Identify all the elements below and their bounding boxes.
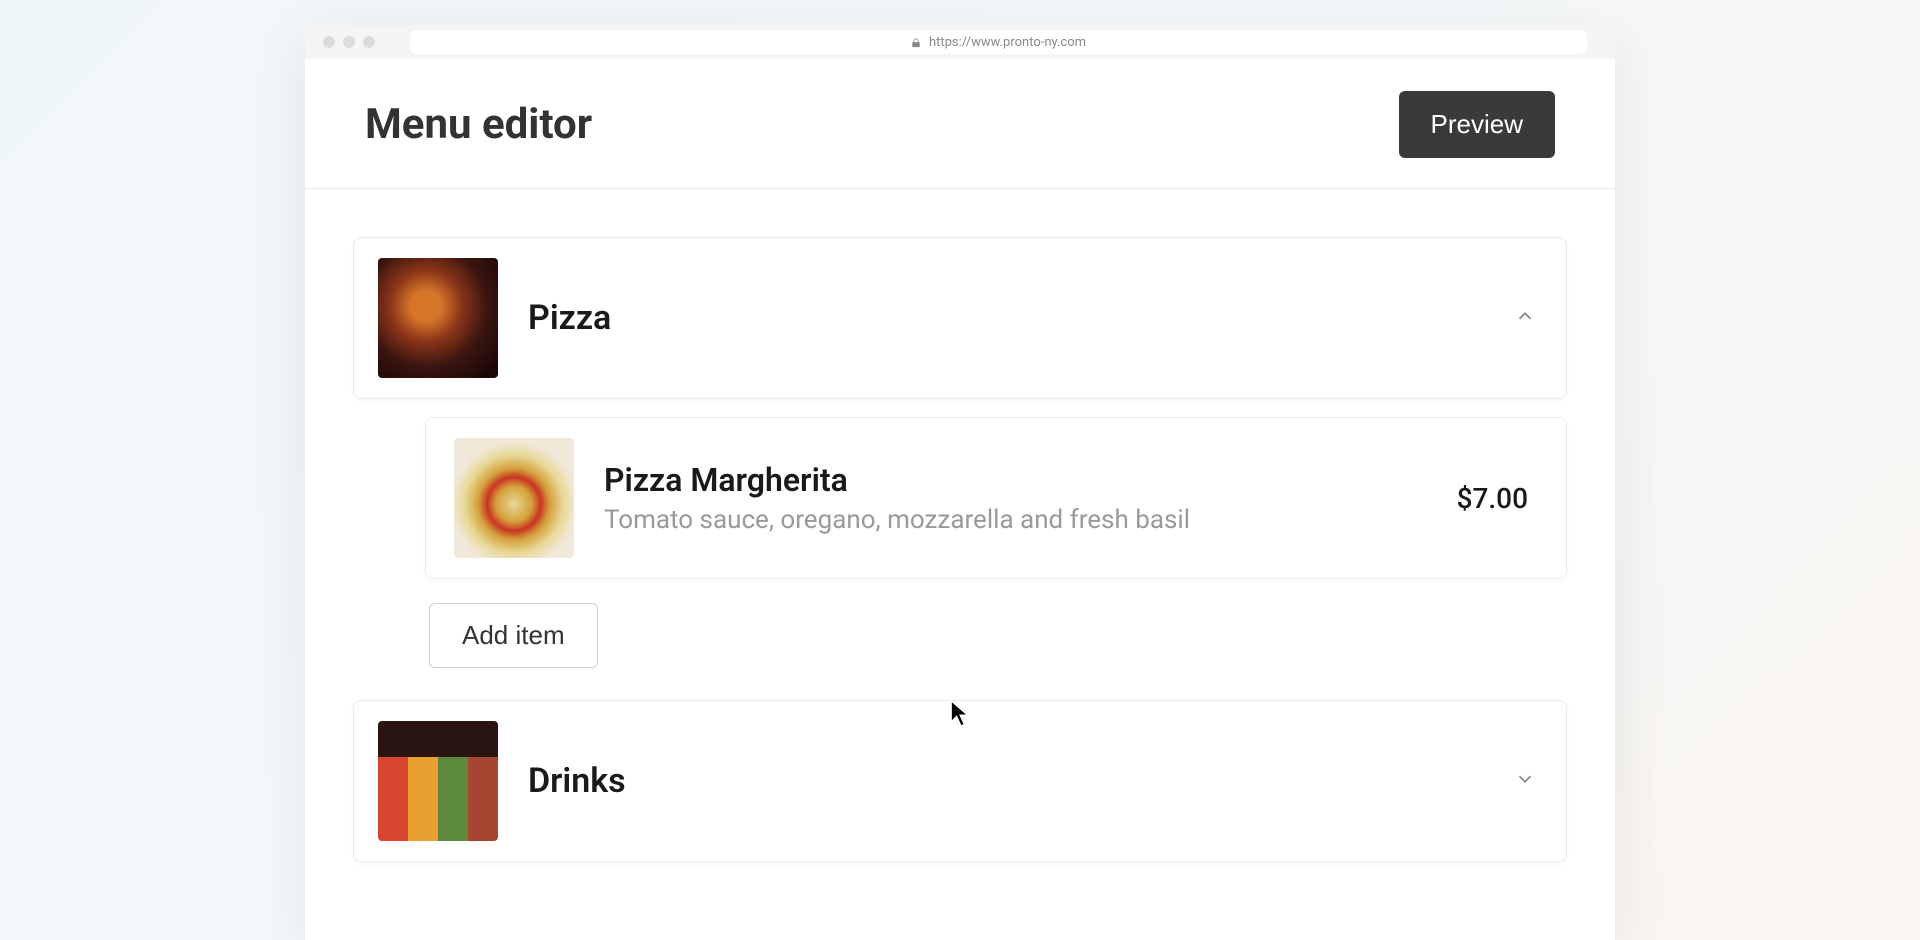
menu-item-row[interactable]: Pizza Margherita Tomato sauce, oregano, … — [425, 417, 1567, 579]
category-row-pizza[interactable]: Pizza — [353, 237, 1567, 399]
editor-body: Pizza Pizza Margherita Tomato sauce, ore… — [305, 189, 1615, 862]
item-image — [454, 438, 574, 558]
window-controls — [323, 36, 375, 48]
item-name: Pizza Margherita — [604, 461, 1427, 499]
page-title: Menu editor — [365, 100, 592, 149]
header: Menu editor Preview — [305, 59, 1615, 189]
item-description: Tomato sauce, oregano, mozzarella and fr… — [604, 505, 1427, 535]
category-title: Drinks — [528, 761, 1484, 801]
browser-chrome: https://www.pronto-ny.com — [305, 25, 1615, 59]
category-row-drinks[interactable]: Drinks — [353, 700, 1567, 862]
address-bar[interactable]: https://www.pronto-ny.com — [410, 30, 1587, 54]
item-info: Pizza Margherita Tomato sauce, oregano, … — [604, 461, 1427, 535]
chevron-up-icon — [1514, 305, 1536, 331]
lock-icon — [911, 37, 921, 47]
browser-window: https://www.pronto-ny.com Menu editor Pr… — [305, 25, 1615, 940]
maximize-window-icon[interactable] — [363, 36, 375, 48]
category-items: Pizza Margherita Tomato sauce, oregano, … — [353, 417, 1567, 700]
category-image — [378, 258, 498, 378]
preview-button[interactable]: Preview — [1399, 91, 1555, 158]
app-content: Menu editor Preview Pizza Pizza — [305, 59, 1615, 862]
url-text: https://www.pronto-ny.com — [929, 35, 1086, 50]
chevron-down-icon — [1514, 768, 1536, 794]
add-item-button[interactable]: Add item — [429, 603, 598, 668]
item-price: $7.00 — [1457, 482, 1528, 515]
minimize-window-icon[interactable] — [343, 36, 355, 48]
category-title: Pizza — [528, 298, 1484, 338]
close-window-icon[interactable] — [323, 36, 335, 48]
category-image — [378, 721, 498, 841]
